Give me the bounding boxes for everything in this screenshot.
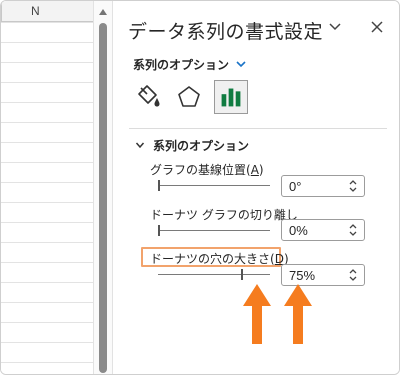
spin-up-icon[interactable] bbox=[348, 178, 358, 186]
first-slice-angle-label: グラフの基線位置(A) bbox=[150, 163, 264, 177]
chevron-down-icon bbox=[236, 61, 246, 68]
spin-down-icon[interactable] bbox=[348, 186, 358, 194]
chevron-down-icon bbox=[135, 142, 145, 149]
spin-up-icon[interactable] bbox=[348, 267, 358, 275]
doughnut-explosion-spinner[interactable]: 0% bbox=[281, 219, 365, 241]
doughnut-explosion-label: ドーナツ グラフの切り離し bbox=[150, 208, 298, 222]
scroll-up-arrow-icon[interactable] bbox=[99, 9, 107, 15]
spinner-arrows bbox=[348, 178, 358, 194]
first-slice-angle-value[interactable]: 0° bbox=[289, 179, 301, 194]
paint-bucket-icon[interactable] bbox=[130, 80, 164, 114]
chevron-down-icon[interactable] bbox=[326, 18, 344, 36]
up-arrow-icon bbox=[243, 284, 271, 344]
column-header-n[interactable]: N bbox=[31, 4, 40, 18]
spin-down-icon[interactable] bbox=[348, 275, 358, 283]
spinner-arrows bbox=[348, 267, 358, 283]
bar-chart-icon[interactable] bbox=[214, 80, 248, 114]
tab-divider bbox=[129, 128, 387, 129]
pentagon-icon[interactable] bbox=[172, 80, 206, 114]
column-header-cell bbox=[1, 1, 2, 22]
doughnut-explosion-slider[interactable] bbox=[158, 230, 270, 231]
doughnut-hole-size-slider-thumb[interactable] bbox=[240, 269, 243, 280]
doughnut-hole-size-slider[interactable] bbox=[158, 274, 270, 275]
close-icon[interactable] bbox=[367, 17, 387, 37]
pane-title: データ系列の書式設定 bbox=[128, 21, 324, 43]
spreadsheet-grid[interactable]: N bbox=[1, 1, 93, 374]
series-options-dropdown-label: 系列のオプション bbox=[133, 57, 230, 72]
first-slice-angle-slider[interactable] bbox=[158, 185, 270, 186]
doughnut-explosion-slider-thumb[interactable] bbox=[158, 225, 160, 236]
app-window: N データ系列の書式設定 系列のオプション 系列のオプション グラフの基線位置(… bbox=[0, 0, 400, 375]
format-data-series-pane: データ系列の書式設定 系列のオプション 系列のオプション グラフの基線位置(A)… bbox=[114, 1, 399, 374]
spinner-arrows bbox=[348, 222, 358, 238]
first-slice-angle-spinner[interactable]: 0° bbox=[281, 175, 365, 197]
series-options-dropdown[interactable]: 系列のオプション bbox=[133, 55, 247, 73]
doughnut-hole-size-spinner[interactable]: 75% bbox=[281, 264, 365, 286]
column-header-row: N bbox=[1, 1, 93, 22]
vertical-scrollbar[interactable] bbox=[93, 1, 113, 374]
doughnut-hole-size-value[interactable]: 75% bbox=[289, 268, 315, 283]
section-title: 系列のオプション bbox=[153, 138, 250, 153]
spin-up-icon[interactable] bbox=[348, 222, 358, 230]
scrollbar-thumb[interactable] bbox=[99, 23, 107, 373]
spin-down-icon[interactable] bbox=[348, 230, 358, 238]
first-slice-angle-slider-thumb[interactable] bbox=[158, 180, 160, 191]
doughnut-explosion-value[interactable]: 0% bbox=[289, 223, 308, 238]
series-options-section-header[interactable]: 系列のオプション bbox=[135, 137, 249, 153]
doughnut-hole-size-label: ドーナツの穴の大きさ(D) bbox=[150, 252, 289, 266]
up-arrow-icon bbox=[284, 284, 312, 344]
